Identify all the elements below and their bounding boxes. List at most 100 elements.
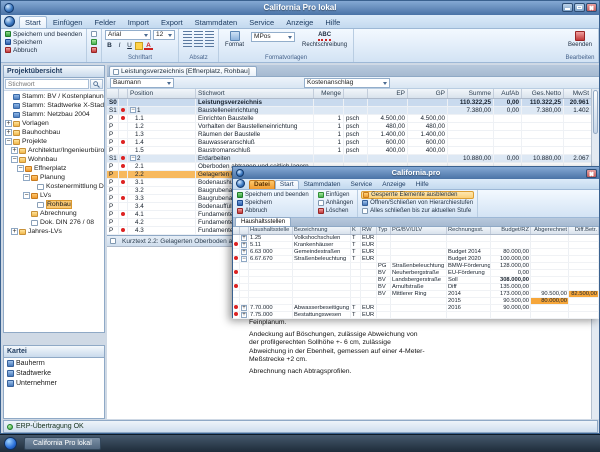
collapse-all-button[interactable]: Alles schließen bis zur aktuellen Stufe — [361, 207, 474, 215]
bullet-list-icon[interactable] — [194, 40, 203, 47]
column-header-col0[interactable] — [107, 89, 119, 98]
overlay-save-button[interactable]: Speichern — [236, 199, 310, 207]
ribbon-tab-service[interactable]: Service — [346, 180, 378, 189]
hide-locked-elements-button[interactable]: Gesperrte Elemente ausblenden — [361, 191, 474, 199]
kartei-item-stadtwerke[interactable]: Stadtwerke — [4, 368, 104, 378]
sidebar-item-planung[interactable]: −Planung — [4, 173, 104, 182]
column-header-gp[interactable]: GP — [408, 89, 448, 98]
hh-row[interactable]: +5.11KrankenhäuserTEUR — [233, 242, 599, 249]
sidebar-item-stamm-stadtwerke-x-stadt[interactable]: Stamm: Stadtwerke X-Stadt — [4, 101, 104, 110]
ribbon-tab-hilfe[interactable]: Hilfe — [411, 180, 434, 189]
paste-button[interactable] — [90, 30, 98, 38]
tree-expander-icon[interactable]: + — [11, 147, 18, 154]
ribbon-tab-stammdaten[interactable]: Stammdaten — [189, 16, 244, 28]
tree-expander-icon[interactable]: − — [11, 156, 18, 163]
lv-row[interactable]: P1.4Bauwasseranschluß1psch600,00600,00 — [107, 139, 599, 147]
hh-column-header-typ[interactable]: Typ — [377, 227, 391, 234]
column-header-menge[interactable]: Menge — [314, 89, 344, 98]
sidebar-item-bauhochbau[interactable]: +Bauhochbau — [4, 128, 104, 137]
hh-column-header-col1[interactable] — [240, 227, 249, 234]
hh-column-header-diff-betr[interactable]: Diff.Betr. — [569, 227, 599, 234]
hh-column-header-bezeichnung[interactable]: Bezeichnung — [293, 227, 351, 234]
lv-row[interactable]: P1.3Räumen der Baustelle1psch1.400,001.4… — [107, 131, 599, 139]
overlay-cancel-button[interactable]: Abbruch — [236, 207, 310, 215]
start-button[interactable] — [4, 437, 17, 450]
toggle-hierarchy-button[interactable]: Öffnen/Schließen von Hierarchiestufen — [361, 199, 474, 207]
remove-button[interactable] — [90, 46, 98, 54]
hh-row[interactable]: PGStraßenbeleuchtungBMW-Förderung128.000… — [233, 263, 599, 270]
tree-expander-icon[interactable]: − — [23, 192, 30, 199]
ribbon-tab-import[interactable]: Import — [122, 16, 155, 28]
minimize-icon[interactable] — [562, 3, 573, 12]
kartei-item-bauherrn[interactable]: Bauherrn — [4, 358, 104, 368]
sidebar-item-lvs[interactable]: −LVs — [4, 191, 104, 200]
column-header-position[interactable]: Position — [128, 89, 196, 98]
cancel-button[interactable]: Abbruch — [4, 46, 83, 54]
ribbon-tab-anzeige[interactable]: Anzeige — [377, 180, 411, 189]
ribbon-tab-stammdaten[interactable]: Stammdaten — [299, 180, 346, 189]
justify-icon[interactable] — [183, 40, 192, 47]
sidebar-item-abrechnung[interactable]: Abrechnung — [4, 209, 104, 218]
hh-row[interactable]: 201590.500,0080.000,00 — [233, 298, 599, 305]
hh-column-header-col0[interactable] — [233, 227, 240, 234]
overlay-close-icon[interactable] — [586, 169, 597, 178]
bold-icon[interactable]: B — [105, 41, 114, 50]
hh-column-header-abgerechnet[interactable]: Abgerechnet — [531, 227, 569, 234]
sidebar-item-stamm-bv-kostenplanungen[interactable]: Stamm: BV / Kostenplanungen — [4, 92, 104, 101]
hh-row[interactable]: +1.25VolkshochschulenTEUR — [233, 235, 599, 242]
hh-row[interactable]: BVLandsbergerstraßeSoll308.000,00 — [233, 277, 599, 284]
hh-row[interactable]: −6.67.670StraßenbeleuchtungTEURBudget 20… — [233, 256, 599, 263]
sidebar-item-kostenermittlung-din-276[interactable]: Kostenermittlung DIN 276 — [4, 182, 104, 191]
taskbar-task-button[interactable]: California Pro lokal — [24, 437, 101, 450]
hh-row[interactable]: +6.63 000GemeindestraßenTEURBudget 20148… — [233, 249, 599, 256]
document-tab[interactable]: Leistungsverzeichnis [Effnerplatz, Rohba… — [109, 66, 257, 76]
hh-column-header-haushaltsstelle[interactable]: Haushaltsstelle — [249, 227, 293, 234]
ribbon-tab-einf-gen[interactable]: Einfügen — [47, 16, 89, 28]
overlay-save-and-close-button[interactable]: Speichern und beenden — [236, 191, 310, 199]
lv-row[interactable]: S1−2Erdarbeiten10.880,000,0010.880,002.0… — [107, 155, 599, 163]
ribbon-tab-start[interactable]: Start — [275, 180, 299, 189]
align-right-icon[interactable] — [205, 31, 214, 38]
row-expander-icon[interactable]: − — [130, 107, 136, 113]
scrollbar-thumb[interactable] — [593, 90, 598, 134]
column-header-summe[interactable]: Summe — [448, 89, 494, 98]
hh-column-header-pg-bv-ulv[interactable]: PG/BV/ULV — [391, 227, 447, 234]
column-header-aufab[interactable]: AufAb — [494, 89, 522, 98]
add-button[interactable] — [90, 38, 98, 46]
sidebar-item-dok-din-276-08[interactable]: Dok. DIN 276 / 08 — [4, 218, 104, 227]
align-center-icon[interactable] — [194, 31, 203, 38]
kostenanschlag-select[interactable]: Kostenanschlag — [304, 78, 390, 88]
baumann-select[interactable]: Baumann — [110, 78, 174, 88]
font-size-select[interactable]: 12 — [153, 30, 175, 40]
column-header-col5[interactable] — [344, 89, 368, 98]
tab-haushaltsstellen[interactable]: Haushaltsstellen — [235, 217, 291, 226]
sidebar-item-effnerplatz[interactable]: −Effnerplatz — [4, 164, 104, 173]
search-input[interactable] — [5, 79, 89, 89]
tree-expander-icon[interactable]: − — [5, 138, 12, 145]
lv-row[interactable]: S0Leistungsverzeichnis110.322,250,00110.… — [107, 99, 599, 107]
tree-expander-icon[interactable]: + — [11, 228, 18, 235]
column-header-mwst[interactable]: MwSt — [564, 89, 592, 98]
sidebar-item-architektur-ingenieurb-ros[interactable]: +Architektur/Ingenieurbüros — [4, 146, 104, 155]
column-header-ges-netto[interactable]: Ges.Netto — [522, 89, 564, 98]
kartei-item-unternehmer[interactable]: Unternehmer — [4, 378, 104, 388]
lv-row[interactable]: P1.1Einrichten Baustelle1psch4.500,004.5… — [107, 115, 599, 123]
hh-row[interactable]: BVNeuherbergstraßeEU-Förderung0,00 — [233, 270, 599, 277]
search-button[interactable] — [90, 79, 103, 89]
lv-row[interactable]: P1.2Vorhalten der Baustelleneinrichtung1… — [107, 123, 599, 131]
hh-column-header-k[interactable]: K — [351, 227, 361, 234]
row-expander-icon[interactable]: + — [241, 312, 247, 318]
row-expander-icon[interactable]: + — [241, 305, 247, 311]
row-expander-icon[interactable]: + — [241, 235, 247, 241]
row-expander-icon[interactable]: − — [130, 155, 136, 161]
close-icon[interactable] — [586, 3, 597, 12]
einfuegen-button[interactable]: Einfügen — [317, 191, 354, 199]
sidebar-item-stamm-netzbau-2004[interactable]: Stamm: Netzbau 2004 — [4, 110, 104, 119]
ribbon-app-button-icon[interactable] — [4, 16, 15, 27]
sidebar-item-projekte[interactable]: −Projekte — [4, 137, 104, 146]
tree-expander-icon[interactable]: + — [5, 120, 12, 127]
anhaengen-button[interactable]: Anhängen — [317, 199, 354, 207]
hh-row[interactable]: +7.70.000AbwasserbeseitigungTEUR201690.0… — [233, 305, 599, 312]
ribbon-tab-export[interactable]: Export — [155, 16, 189, 28]
format-button[interactable]: Format — [222, 30, 247, 49]
